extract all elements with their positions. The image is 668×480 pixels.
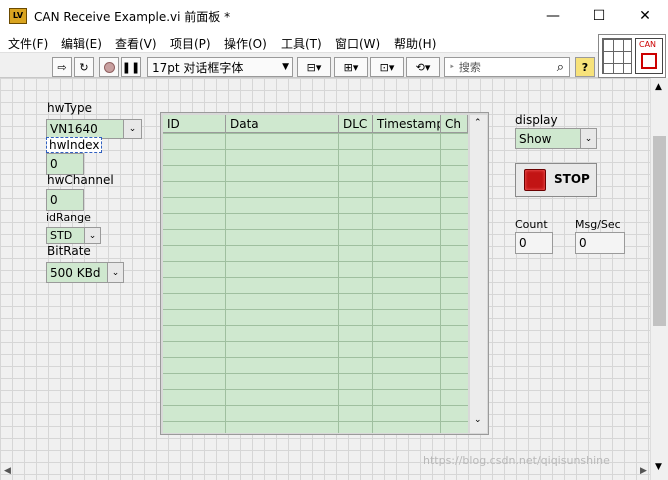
panel-vertical-scrollbar[interactable]: ▲ ▼ (650, 78, 668, 480)
search-marker-icon: ‣ (449, 61, 455, 73)
run-continuously-icon[interactable]: ↻ (74, 57, 94, 77)
msg-sec-label: Msg/Sec (575, 218, 621, 231)
scroll-down-icon[interactable]: ▼ (655, 462, 662, 472)
vi-icon-graphic (641, 53, 657, 69)
context-help-button[interactable]: ? (575, 57, 595, 77)
table-scrollbar[interactable]: ⌃ ⌄ (470, 115, 487, 433)
search-icon: ⌕ (556, 59, 564, 75)
window-title: CAN Receive Example.vi 前面板 * (34, 10, 231, 24)
connector-terminals (602, 38, 632, 74)
idrange-label: idRange (46, 211, 91, 224)
reorder-icon[interactable]: ⟲▾ (406, 57, 440, 77)
scroll-up-icon[interactable]: ⌃ (474, 118, 482, 128)
menu-view[interactable]: 查看(V) (115, 35, 157, 52)
stop-button[interactable]: STOP (515, 163, 597, 197)
menu-project[interactable]: 项目(P) (170, 35, 211, 52)
menu-bar: 文件(F) 编辑(E) 查看(V) 项目(P) 操作(O) 工具(T) 窗口(W… (0, 32, 668, 52)
menu-tools[interactable]: 工具(T) (281, 35, 322, 52)
idrange-value: STD (50, 229, 73, 242)
display-dropdown[interactable]: Show ⌄ (515, 128, 597, 149)
font-select[interactable]: 17pt 对话框字体 ▼ (147, 57, 293, 77)
font-select-value: 17pt 对话框字体 (152, 60, 244, 75)
hwchannel-value: 0 (50, 193, 58, 207)
title-bar: LV CAN Receive Example.vi 前面板 * — ☐ ✕ (0, 0, 668, 32)
scroll-up-icon[interactable]: ▲ (655, 82, 662, 92)
vi-icon: CAN (635, 38, 663, 74)
menu-operate[interactable]: 操作(O) (224, 35, 267, 52)
stop-led-icon (524, 169, 546, 191)
chevron-down-icon: ⌄ (123, 120, 141, 138)
idrange-dropdown[interactable]: STD ⌄ (46, 227, 101, 244)
search-placeholder: 搜索 (458, 61, 481, 74)
hwtype-label: hwType (47, 101, 92, 115)
display-value: Show (519, 131, 552, 146)
run-arrow-icon[interactable]: ⇨ (52, 57, 72, 77)
minimize-button[interactable]: — (530, 0, 576, 32)
menu-help[interactable]: 帮助(H) (394, 35, 436, 52)
scroll-left-icon[interactable]: ◀ (4, 466, 11, 476)
bitrate-dropdown[interactable]: 500 KBd ⌄ (46, 262, 124, 283)
display-label: display (515, 113, 558, 127)
column-divider (440, 133, 441, 433)
scroll-down-icon[interactable]: ⌄ (474, 415, 482, 425)
hwtype-value: VN1640 (50, 122, 98, 136)
msg-sec-indicator: 0 (575, 232, 625, 254)
column-divider (225, 133, 226, 433)
connector-pane[interactable]: CAN (598, 34, 666, 78)
menu-edit[interactable]: 编辑(E) (61, 35, 102, 52)
watermark-text: https://blog.csdn.net/qiqisunshine (423, 454, 610, 467)
chevron-down-icon: ▼ (282, 62, 289, 72)
column-header-id[interactable]: ID (163, 115, 226, 133)
abort-icon[interactable] (99, 57, 119, 77)
close-button[interactable]: ✕ (622, 0, 668, 32)
scroll-right-icon[interactable]: ▶ (640, 466, 647, 476)
bitrate-value: 500 KBd (50, 265, 101, 280)
column-header-timestamp[interactable]: Timestamp (373, 115, 441, 133)
hwchannel-label: hwChannel (47, 173, 114, 187)
hwindex-value: 0 (50, 157, 58, 171)
chevron-down-icon: ⌄ (84, 228, 100, 243)
distribute-objects-icon[interactable]: ⊞▾ (334, 57, 368, 77)
search-box[interactable]: ‣ 搜索 ⌕ (444, 57, 570, 77)
toolbar: ⇨ ↻ ❚❚ 17pt 对话框字体 ▼ ⊟▾ ⊞▾ ⊡▾ ⟲▾ ‣ 搜索 ⌕ ? (0, 52, 598, 78)
message-table[interactable]: ID Data DLC Timestamp Ch ⌃ ⌄ (160, 112, 489, 435)
labview-app-icon: LV (9, 8, 27, 24)
hwtype-dropdown[interactable]: VN1640 ⌄ (46, 119, 142, 139)
count-indicator: 0 (515, 232, 553, 254)
message-table-grid: ID Data DLC Timestamp Ch (163, 115, 468, 433)
column-header-ch[interactable]: Ch (441, 115, 468, 133)
column-header-dlc[interactable]: DLC (339, 115, 373, 133)
column-header-data[interactable]: Data (226, 115, 339, 133)
resize-objects-icon[interactable]: ⊡▾ (370, 57, 404, 77)
align-objects-icon[interactable]: ⊟▾ (297, 57, 331, 77)
bitrate-label: BitRate (47, 244, 91, 258)
vi-icon-label: CAN (639, 40, 657, 49)
chevron-down-icon: ⌄ (107, 263, 123, 282)
count-label: Count (515, 218, 548, 231)
stop-button-label: STOP (554, 172, 590, 186)
column-divider (372, 133, 373, 433)
hwchannel-input[interactable]: 0 (46, 189, 84, 211)
hwindex-input[interactable]: 0 (46, 153, 84, 175)
msg-sec-value: 0 (579, 236, 587, 250)
hwindex-label[interactable]: hwIndex (46, 137, 103, 153)
scroll-thumb[interactable] (653, 136, 666, 326)
chevron-down-icon: ⌄ (580, 129, 596, 148)
count-value: 0 (519, 236, 527, 250)
maximize-button[interactable]: ☐ (576, 0, 622, 32)
menu-file[interactable]: 文件(F) (8, 35, 48, 52)
menu-window[interactable]: 窗口(W) (335, 35, 380, 52)
column-divider (338, 133, 339, 433)
pause-icon[interactable]: ❚❚ (121, 57, 141, 77)
